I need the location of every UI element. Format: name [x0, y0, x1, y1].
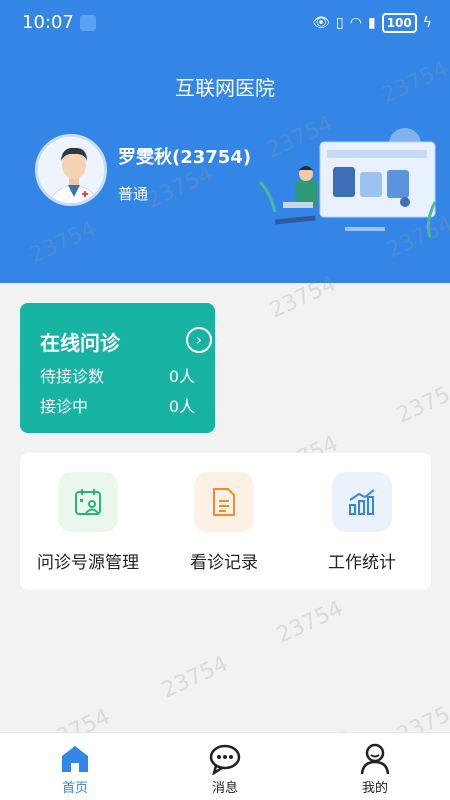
- chat-icon: [180, 741, 270, 777]
- pending-row: 待接诊数 0人: [40, 363, 195, 387]
- tab-messages[interactable]: 消息: [180, 741, 270, 796]
- tab-label: 我的: [361, 781, 388, 796]
- bar-chart-icon: [332, 472, 392, 532]
- watermark: 23754: [157, 651, 233, 704]
- quick-action-schedule[interactable]: 问诊号源管理: [18, 472, 158, 573]
- watermark: 23754: [272, 596, 348, 649]
- user-icon: [330, 741, 420, 777]
- quick-action-stats[interactable]: 工作统计: [292, 472, 432, 573]
- tab-label: 消息: [211, 781, 238, 796]
- avatar[interactable]: [35, 134, 107, 206]
- quick-action-records[interactable]: 看诊记录: [154, 472, 294, 573]
- watermark: 23754: [392, 376, 450, 429]
- quick-actions-card: 问诊号源管理 看诊记录 工作统计: [20, 453, 431, 590]
- wifi-icon: ◠: [349, 15, 362, 31]
- tab-profile[interactable]: 我的: [330, 741, 420, 796]
- charging-icon: ϟ: [422, 15, 432, 31]
- alert-icon: ▮: [367, 15, 376, 31]
- quick-action-label: 看诊记录: [190, 553, 258, 573]
- usb-icon: [80, 15, 96, 31]
- calendar-user-icon: [58, 472, 118, 532]
- quick-action-label: 问诊号源管理: [37, 553, 139, 573]
- status-icons: 👁 ▯ ◠ ▮ 100 ϟ: [312, 13, 432, 33]
- in-progress-row: 接诊中 0人: [40, 393, 195, 417]
- battery-icon: 100: [381, 13, 417, 33]
- user-level: 普通: [118, 185, 149, 203]
- page-title: 互联网医院: [175, 76, 275, 100]
- in-progress-label: 接诊中: [40, 397, 89, 416]
- chevron-right-icon[interactable]: ›: [186, 327, 212, 353]
- home-icon: [30, 741, 120, 777]
- pending-value: 0人: [168, 367, 195, 386]
- document-icon: [194, 472, 254, 532]
- quick-action-label: 工作统计: [328, 553, 396, 573]
- online-consult-card[interactable]: 在线问诊 › 待接诊数 0人 接诊中 0人: [20, 303, 215, 433]
- pending-label: 待接诊数: [40, 367, 105, 386]
- tab-home[interactable]: 首页: [30, 741, 120, 796]
- status-time: 10:07: [22, 12, 74, 33]
- eye-icon: 👁: [312, 15, 331, 31]
- online-consult-title: 在线问诊: [40, 331, 120, 355]
- vibrate-icon: ▯: [336, 15, 344, 31]
- status-bar: 10:07 👁 ▯ ◠ ▮ 100 ϟ: [0, 0, 450, 46]
- in-progress-value: 0人: [168, 397, 195, 416]
- bottom-tab-bar: 首页 消息 我的: [0, 732, 450, 800]
- user-name: 罗雯秋(23754): [118, 147, 252, 168]
- medical-illustration: [258, 128, 437, 238]
- header: 10:07 👁 ▯ ◠ ▮ 100 ϟ 互联网医院 罗雯秋(23754) 普通: [0, 0, 450, 283]
- tab-label: 首页: [61, 781, 88, 796]
